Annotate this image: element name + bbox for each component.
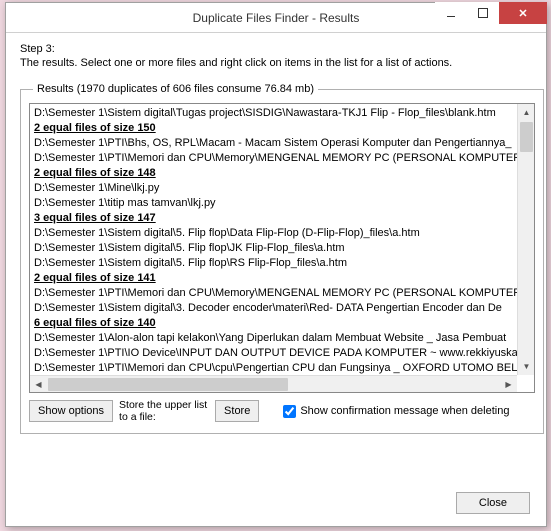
group-header[interactable]: 6 equal files of size 140 (34, 316, 517, 331)
list-item[interactable]: D:\Semester 1\PTI\Bhs, OS, RPL\Macam - M… (34, 136, 517, 151)
minimize-button[interactable] (435, 2, 467, 24)
list-item[interactable]: D:\Semester 1\Sistem digital\Tugas proje… (34, 106, 517, 121)
list-item[interactable]: D:\Semester 1\Mine\lkj.py (34, 181, 517, 196)
vertical-scroll-thumb[interactable] (520, 122, 533, 152)
step-label: Step 3: (20, 43, 532, 55)
scroll-up-arrow-icon[interactable]: ▲ (518, 104, 535, 121)
horizontal-scrollbar[interactable]: ◀ ▶ (30, 375, 517, 392)
options-row: Show options Store the upper list to a f… (29, 399, 535, 423)
results-list[interactable]: D:\Semester 1\Sistem digital\Tugas proje… (29, 103, 535, 393)
maximize-button[interactable] (467, 2, 499, 24)
scroll-right-arrow-icon[interactable]: ▶ (500, 376, 517, 393)
close-window-button[interactable] (499, 2, 547, 24)
confirm-delete-checkbox[interactable] (283, 405, 296, 418)
list-item[interactable]: D:\Semester 1\titip mas tamvan\lkj.py (34, 196, 517, 211)
results-list-viewport[interactable]: D:\Semester 1\Sistem digital\Tugas proje… (30, 104, 517, 375)
results-legend: Results (1970 duplicates of 606 files co… (33, 83, 318, 95)
horizontal-scroll-thumb[interactable] (48, 378, 288, 391)
show-options-button[interactable]: Show options (29, 400, 113, 422)
group-header[interactable]: 3 equal files of size 147 (34, 211, 517, 226)
group-header[interactable]: 2 equal files of size 141 (34, 271, 517, 286)
scroll-down-arrow-icon[interactable]: ▼ (518, 358, 535, 375)
vertical-scrollbar[interactable]: ▲ ▼ (517, 104, 534, 375)
group-header[interactable]: 2 equal files of size 150 (34, 121, 517, 136)
results-fieldset: Results (1970 duplicates of 606 files co… (20, 83, 544, 434)
window-controls (435, 2, 547, 24)
confirm-delete-checkbox-row[interactable]: Show confirmation message when deleting (283, 405, 509, 418)
list-item[interactable]: D:\Semester 1\Sistem digital\5. Flip flo… (34, 241, 517, 256)
list-item[interactable]: D:\Semester 1\Sistem digital\3. Decoder … (34, 301, 517, 316)
list-item[interactable]: D:\Semester 1\PTI\Memori dan CPU\cpu\Pen… (34, 361, 517, 375)
close-button[interactable]: Close (456, 492, 530, 514)
list-item[interactable]: D:\Semester 1\PTI\Memori dan CPU\Memory\… (34, 151, 517, 166)
titlebar[interactable]: Duplicate Files Finder - Results (6, 3, 546, 33)
list-item[interactable]: D:\Semester 1\Sistem digital\5. Flip flo… (34, 226, 517, 241)
store-label: Store the upper list to a file: (119, 399, 209, 423)
scroll-left-arrow-icon[interactable]: ◀ (30, 376, 47, 393)
results-window: Duplicate Files Finder - Results Step 3:… (5, 2, 547, 527)
footer: Close (456, 492, 530, 514)
list-item[interactable]: D:\Semester 1\PTI\IO Device\INPUT DAN OU… (34, 346, 517, 361)
list-item[interactable]: D:\Semester 1\Alon-alon tapi kelakon\Yan… (34, 331, 517, 346)
content-area: Step 3: The results. Select one or more … (6, 33, 546, 444)
list-item[interactable]: D:\Semester 1\Sistem digital\5. Flip flo… (34, 256, 517, 271)
group-header[interactable]: 2 equal files of size 148 (34, 166, 517, 181)
list-item[interactable]: D:\Semester 1\PTI\Memori dan CPU\Memory\… (34, 286, 517, 301)
step-description: The results. Select one or more files an… (20, 57, 532, 69)
confirm-delete-label: Show confirmation message when deleting (300, 405, 509, 417)
store-button[interactable]: Store (215, 400, 259, 422)
